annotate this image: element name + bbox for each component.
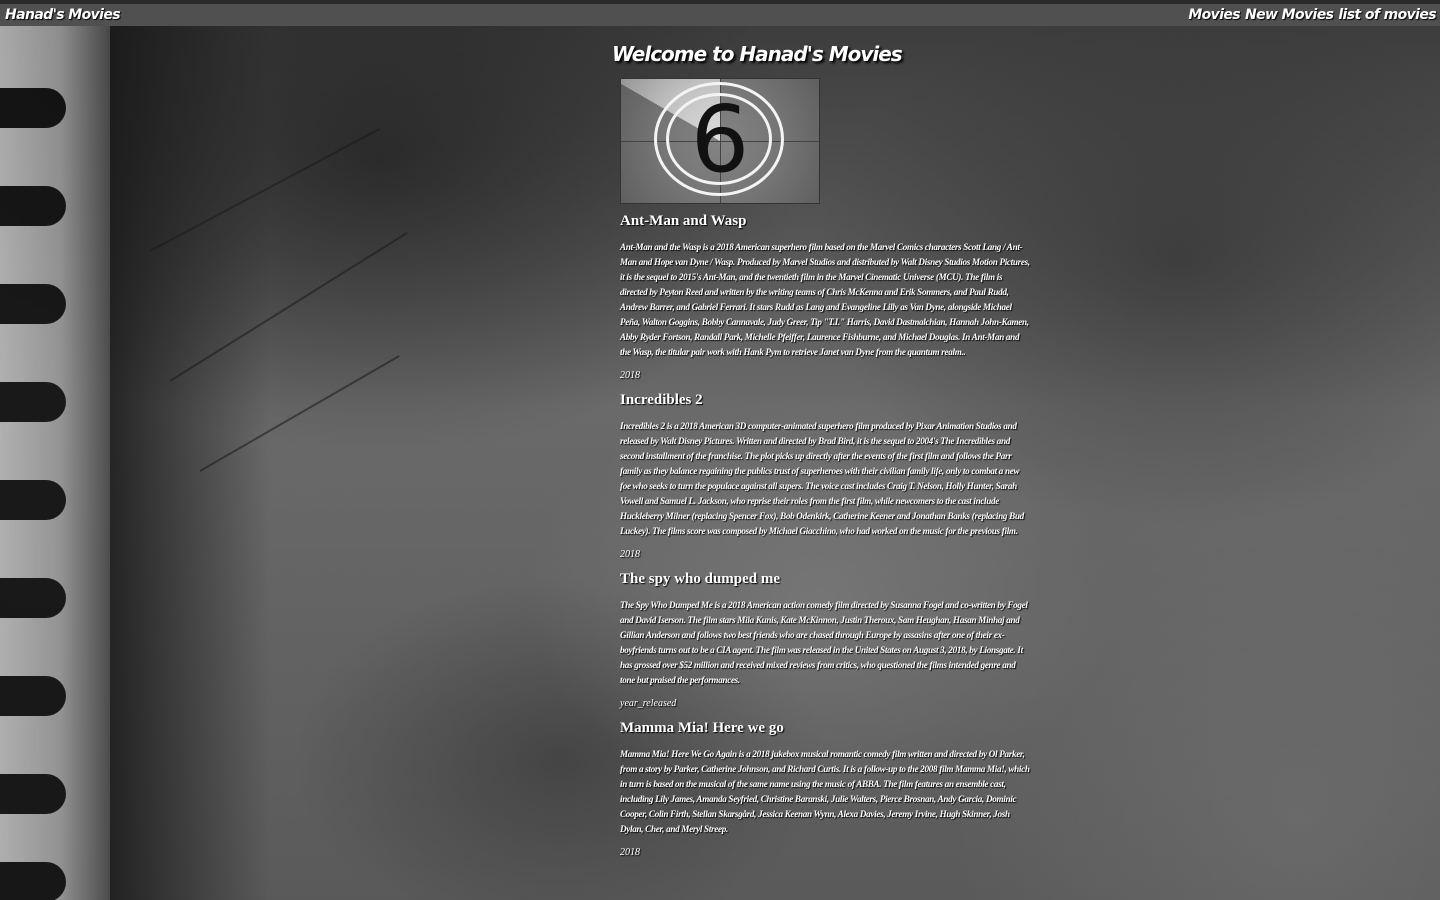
film-perforation xyxy=(0,480,66,520)
film-perforation xyxy=(0,382,66,422)
movie-entry: The spy who dumped me The Spy Who Dumped… xyxy=(620,570,1030,711)
film-perforation xyxy=(0,284,66,324)
nav-link-movies[interactable]: Movies xyxy=(1188,7,1240,23)
film-countdown-image: 6 xyxy=(620,78,820,204)
main-content: Welcome to Hanad's Movies 6 Ant-Man and … xyxy=(612,40,1032,860)
movie-description: Ant-Man and the Wasp is a 2018 American … xyxy=(620,242,1030,357)
movie-title: The spy who dumped me xyxy=(620,571,781,587)
movie-entry: Incredibles 2 Incredibles 2 is a 2018 Am… xyxy=(620,391,1030,562)
movie-description: Incredibles 2 is a 2018 American 3D comp… xyxy=(620,421,1024,536)
countdown-digit: 6 xyxy=(690,86,750,193)
movie-year: 2018 xyxy=(620,549,640,560)
movie-entry: Mamma Mia! Here we go Mamma Mia! Here We… xyxy=(620,719,1030,860)
movie-title: Incredibles 2 xyxy=(620,392,703,408)
nav-link-new-movies[interactable]: New Movies xyxy=(1245,7,1334,23)
film-perforation xyxy=(0,88,66,128)
page-title: Welcome to Hanad's Movies xyxy=(612,42,903,66)
movie-year: year_released xyxy=(620,698,677,709)
movie-entry: Ant-Man and Wasp Ant-Man and the Wasp is… xyxy=(620,212,1030,383)
movie-description: The Spy Who Dumped Me is a 2018 American… xyxy=(620,600,1028,685)
film-perforation xyxy=(0,862,66,900)
film-edge-shadow xyxy=(110,26,270,900)
nav-links: Movies New Movies list of movies xyxy=(1188,7,1436,23)
film-perforation xyxy=(0,186,66,226)
nav-link-list-of-movies[interactable]: list of movies xyxy=(1338,7,1436,23)
movie-title: Mamma Mia! Here we go xyxy=(620,720,784,736)
movie-year: 2018 xyxy=(620,370,640,381)
film-perforation xyxy=(0,676,66,716)
film-strip-decoration xyxy=(0,26,110,900)
movie-description: Mamma Mia! Here We Go Again is a 2018 ju… xyxy=(620,749,1030,834)
brand-link[interactable]: Hanad's Movies xyxy=(5,7,121,23)
movie-title: Ant-Man and Wasp xyxy=(620,213,747,229)
navbar: Hanad's Movies Movies New Movies list of… xyxy=(0,4,1440,26)
film-perforation xyxy=(0,578,66,618)
film-perforation xyxy=(0,774,66,814)
movie-year: 2018 xyxy=(620,847,640,858)
